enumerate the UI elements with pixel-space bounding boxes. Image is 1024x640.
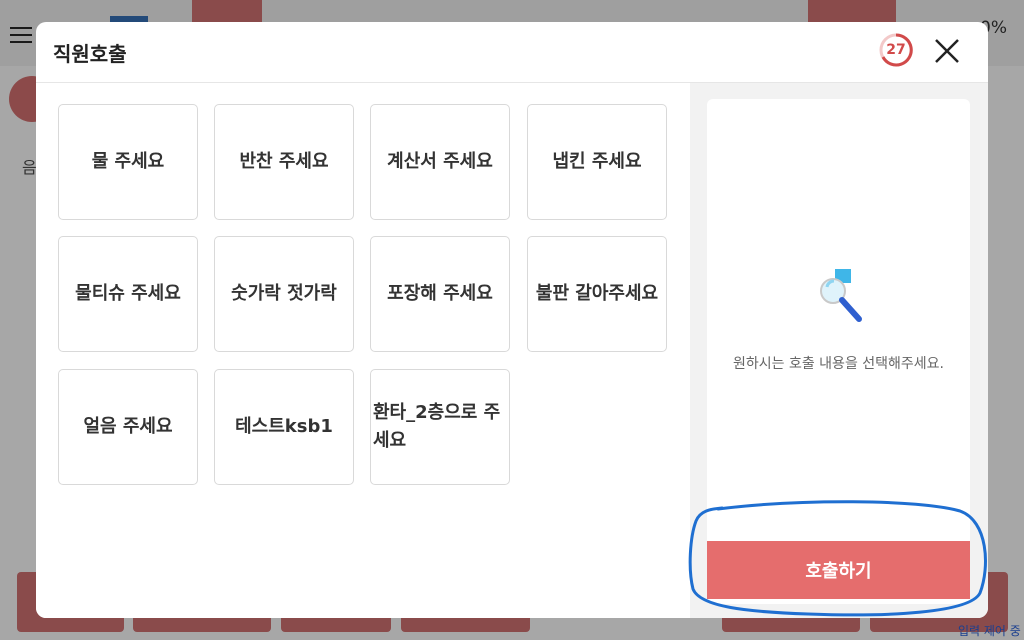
call-option-napkin[interactable]: 냅킨 주세요 xyxy=(527,104,667,220)
call-option-test[interactable]: 테스트ksb1 xyxy=(214,369,354,485)
call-option-utensils[interactable]: 숫가락 젓가락 xyxy=(214,236,354,352)
call-summary-panel: 원하시는 호출 내용을 선택해주세요. 호출하기 xyxy=(690,83,988,618)
call-option-bill[interactable]: 계산서 주세요 xyxy=(370,104,510,220)
call-option-water[interactable]: 물 주세요 xyxy=(58,104,198,220)
call-option-grill-change[interactable]: 불판 갈아주세요 xyxy=(527,236,667,352)
background-badge xyxy=(808,0,896,22)
close-icon xyxy=(935,39,959,63)
menu-icon xyxy=(10,27,32,43)
call-option-ice[interactable]: 얼음 주세요 xyxy=(58,369,198,485)
background-status-text: 입력 제어 중 xyxy=(958,624,1021,638)
modal-title: 직원호출 xyxy=(53,42,127,66)
call-option-wet-tissue[interactable]: 물티슈 주세요 xyxy=(58,236,198,352)
selection-hint: 원하시는 호출 내용을 선택해주세요. xyxy=(733,356,944,372)
staff-call-modal: 직원호출 27 물 주세요 반찬 주세요 계산서 주세요 냅킨 주세요 물티슈 … xyxy=(36,22,988,618)
timer-value: 27 xyxy=(886,42,906,58)
call-option-fanta[interactable]: 환타_2층으로 주세요 xyxy=(370,369,510,485)
selection-info-card: 원하시는 호출 내용을 선택해주세요. xyxy=(707,99,970,604)
call-option-takeout[interactable]: 포장해 주세요 xyxy=(370,236,510,352)
search-icon xyxy=(820,269,862,322)
call-options-panel: 물 주세요 반찬 주세요 계산서 주세요 냅킨 주세요 물티슈 주세요 숫가락 … xyxy=(36,83,690,618)
modal-header: 직원호출 27 xyxy=(36,22,988,83)
countdown-timer: 27 xyxy=(879,33,913,67)
background-tab xyxy=(192,0,262,22)
call-option-side-dish[interactable]: 반찬 주세요 xyxy=(214,104,354,220)
background-label: 음 xyxy=(22,158,37,177)
call-button[interactable]: 호출하기 xyxy=(707,541,970,599)
close-button[interactable] xyxy=(932,36,962,66)
